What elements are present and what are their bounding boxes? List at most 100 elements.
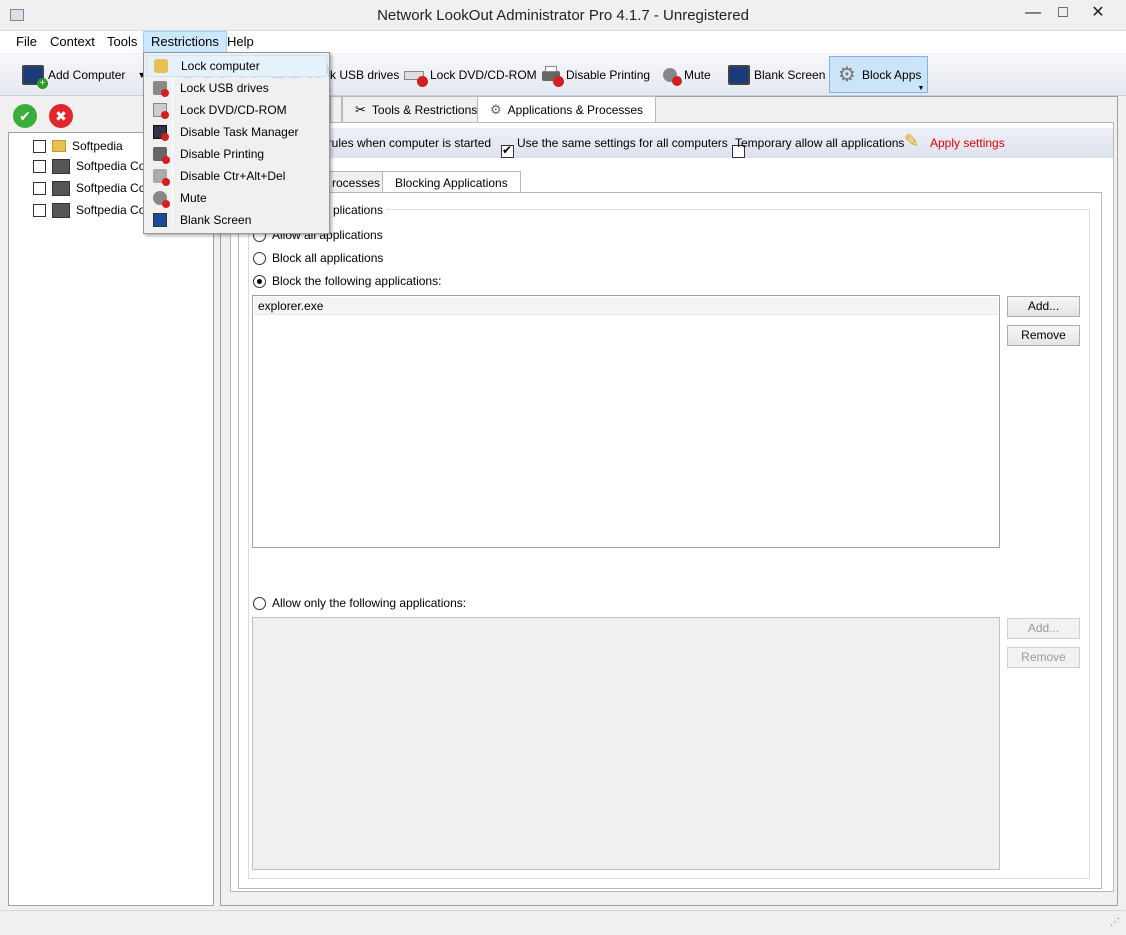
tab-tools-restrictions[interactable]: ✂ Tools & Restrictions xyxy=(342,96,491,122)
menu-item-disable-task-manager[interactable]: Disable Task Manager xyxy=(146,121,327,143)
tree-item-label: Softpedia Co xyxy=(76,181,146,195)
remove-allowed-button: Remove xyxy=(1007,647,1080,668)
block-all-radio[interactable] xyxy=(253,251,266,265)
menu-item-label: Lock computer xyxy=(181,59,260,73)
tools-icon: ✂ xyxy=(355,101,366,117)
gear-icon: ⚙ xyxy=(490,102,502,117)
tab-processes-label: rocesses xyxy=(332,175,381,190)
tree-item-computer[interactable]: Softpedia Co xyxy=(33,200,145,220)
menu-item-label: Disable Printing xyxy=(180,147,265,161)
temp-allow-label: Temporary allow all applications xyxy=(735,136,905,150)
block-all-option[interactable]: Block all applications xyxy=(253,249,383,267)
menu-context[interactable]: Context xyxy=(43,31,102,53)
computer-icon xyxy=(52,202,70,218)
menu-item-label: Disable Task Manager xyxy=(180,125,299,139)
menu-item-lock-usb[interactable]: Lock USB drives xyxy=(146,77,327,99)
lock-dvd-button[interactable]: Lock DVD/CD-ROM xyxy=(404,60,537,90)
minimize-button[interactable]: — xyxy=(1018,2,1048,26)
apply-settings-link[interactable]: Apply settings xyxy=(930,136,1005,150)
printer-icon xyxy=(540,65,564,87)
remove-blocked-button[interactable]: Remove xyxy=(1007,325,1080,346)
tab-hidden[interactable] xyxy=(330,96,342,122)
uncheck-all-button[interactable]: ✖ xyxy=(49,104,73,128)
printer-icon xyxy=(153,147,170,164)
add-computer-label: Add Computer xyxy=(48,68,126,82)
monitor-icon xyxy=(153,213,167,227)
block-following-label: Block the following applications: xyxy=(272,274,442,288)
computer-icon xyxy=(52,158,70,174)
keyboard-icon xyxy=(153,169,170,186)
monitor-icon xyxy=(728,65,750,85)
menu-item-mute[interactable]: Mute xyxy=(146,187,327,209)
allow-only-option[interactable]: Allow only the following applications: xyxy=(253,594,466,612)
menu-item-lock-computer[interactable]: Lock computer xyxy=(146,55,327,77)
menu-item-disable-ctrl-alt-del[interactable]: Disable Ctr+Alt+Del xyxy=(146,165,327,187)
maximize-button[interactable]: □ xyxy=(1048,2,1078,26)
tab-blocking-label: Blocking Applications xyxy=(395,176,508,190)
dvd-drive-icon xyxy=(153,103,169,119)
block-apps-button[interactable]: ⚙ Block Apps ▼ xyxy=(829,56,929,93)
tree-checkbox[interactable] xyxy=(33,139,46,153)
menu-help[interactable]: Help xyxy=(220,31,261,53)
tree-item-label: Softpedia Co xyxy=(76,159,146,173)
blocked-apps-list[interactable]: explorer.exe xyxy=(252,295,1000,548)
block-apps-label: Block Apps xyxy=(862,67,922,82)
menu-tools[interactable]: Tools xyxy=(100,31,144,53)
tab-apps-label: Applications & Processes xyxy=(507,103,644,117)
title-bar: Network LookOut Administrator Pro 4.1.7 … xyxy=(0,0,1126,31)
tree-item-group[interactable]: Softpedia xyxy=(33,136,123,156)
lock-usb-label: k USB drives xyxy=(330,68,400,82)
tree-checkbox[interactable] xyxy=(33,159,46,173)
menu-restrictions[interactable]: Restrictions xyxy=(143,31,227,53)
blank-screen-button[interactable]: Blank Screen xyxy=(728,60,825,90)
tree-item-computer[interactable]: Softpedia Co xyxy=(33,178,145,198)
menu-item-label: Disable Ctr+Alt+Del xyxy=(180,169,286,183)
menu-item-label: Mute xyxy=(180,191,207,205)
chevron-down-icon: ▼ xyxy=(917,85,925,92)
tree-checkbox[interactable] xyxy=(33,181,46,195)
mute-button[interactable]: Mute xyxy=(662,60,711,90)
menu-item-disable-printing[interactable]: Disable Printing xyxy=(146,143,327,165)
settings-bar: rt rules when computer is started Use th… xyxy=(231,128,1113,158)
add-computer-button[interactable]: + Add Computer ▼ xyxy=(22,60,146,90)
task-manager-icon xyxy=(153,125,169,141)
menu-item-label: Lock USB drives xyxy=(180,81,269,95)
block-following-radio[interactable] xyxy=(253,274,266,288)
list-item[interactable]: explorer.exe xyxy=(254,297,998,315)
window-title: Network LookOut Administrator Pro 4.1.7 … xyxy=(377,7,749,24)
apply-rules-label: rt rules when computer is started xyxy=(317,136,492,150)
mute-icon xyxy=(662,65,682,86)
lock-usb-button[interactable]: k USB drives xyxy=(330,60,399,90)
same-settings-checkbox[interactable] xyxy=(501,143,514,158)
lock-icon xyxy=(154,59,168,73)
mute-icon xyxy=(153,191,170,208)
block-following-option[interactable]: Block the following applications: xyxy=(253,272,441,290)
menu-item-lock-dvd[interactable]: Lock DVD/CD-ROM xyxy=(146,99,327,121)
close-button[interactable]: ✕ xyxy=(1078,2,1118,26)
tab-blocking-applications[interactable]: Blocking Applications xyxy=(382,171,521,194)
menu-item-blank-screen[interactable]: Blank Screen xyxy=(146,209,327,231)
disable-printing-label: Disable Printing xyxy=(566,68,651,82)
disable-printing-button[interactable]: Disable Printing xyxy=(540,60,650,90)
tree-checkbox[interactable] xyxy=(33,203,46,217)
computer-tree: Softpedia Softpedia Co Softpedia Co Soft… xyxy=(8,132,214,906)
tab-applications-processes[interactable]: ⚙ Applications & Processes xyxy=(477,96,657,123)
menu-file[interactable]: File xyxy=(9,31,44,53)
check-all-button[interactable]: ✔ xyxy=(13,104,37,128)
allow-only-radio[interactable] xyxy=(253,596,266,610)
restrictions-dropdown: SOFTPEDIA Lock computer Lock USB drives … xyxy=(143,52,333,234)
status-bar: ⋰ xyxy=(0,910,1126,935)
menu-item-label: Blank Screen xyxy=(180,213,252,227)
computer-icon xyxy=(52,180,70,196)
allowed-apps-list xyxy=(252,617,1000,870)
groupbox-title: plications xyxy=(330,203,387,217)
apply-settings-icon: ✎ xyxy=(904,131,920,151)
tab-tools-label: Tools & Restrictions xyxy=(371,102,478,117)
blank-screen-label: Blank Screen xyxy=(754,68,826,82)
add-allowed-button: Add... xyxy=(1007,618,1080,639)
tree-item-computer[interactable]: Softpedia Co xyxy=(33,156,145,176)
add-blocked-button[interactable]: Add... xyxy=(1007,296,1080,317)
tree-item-label: Softpedia xyxy=(72,139,123,153)
resize-grip-icon[interactable]: ⋰ xyxy=(1110,917,1120,928)
menu-bar: File Context Tools Restrictions Help xyxy=(0,31,1126,53)
